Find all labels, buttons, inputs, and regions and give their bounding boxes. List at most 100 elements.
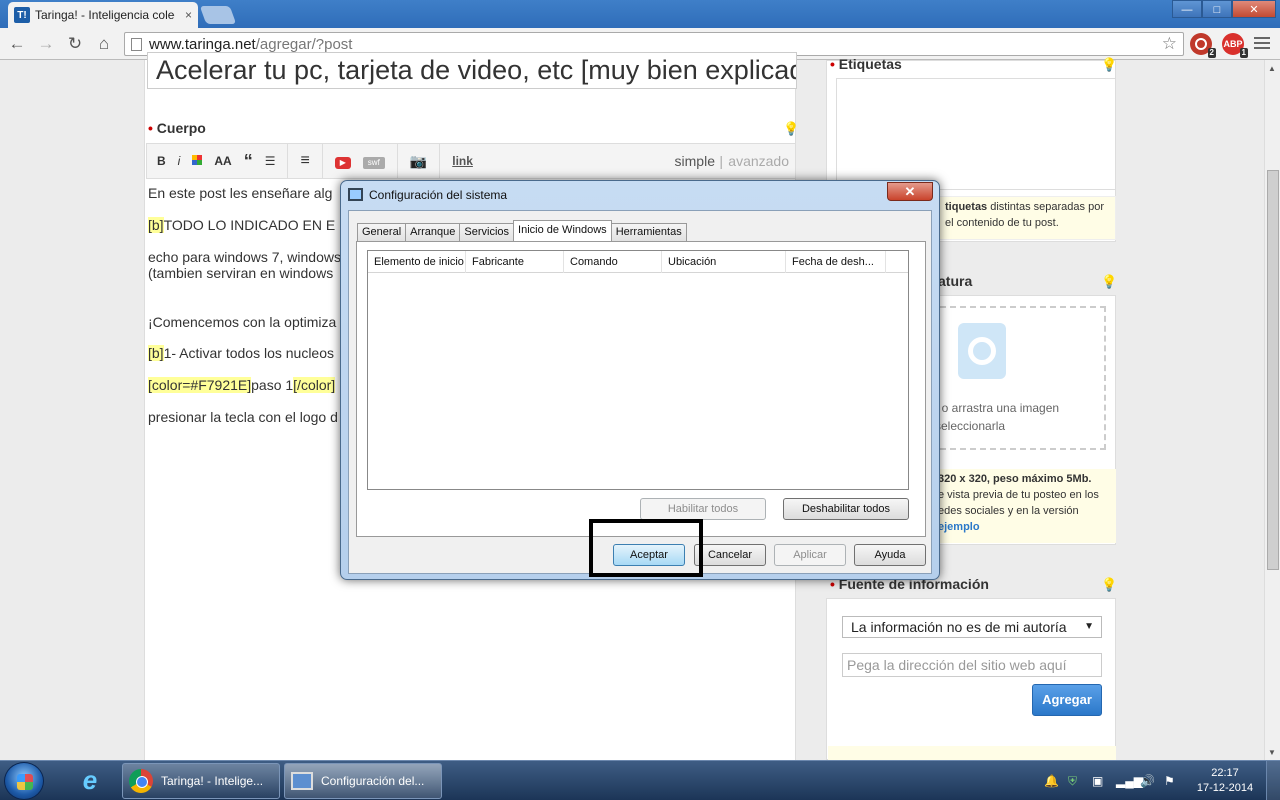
- internet-explorer-icon[interactable]: e: [70, 765, 110, 797]
- taskbar-item-msconfig[interactable]: Configuración del...: [284, 763, 442, 799]
- swf-icon: swf: [362, 156, 385, 169]
- chrome-menu-icon[interactable]: [1254, 37, 1270, 52]
- clock-date: 17-12-2014: [1196, 782, 1254, 794]
- dialog-close-button[interactable]: ✕: [887, 182, 933, 201]
- browser-tab-taringa[interactable]: T! Taringa! - Inteligencia colectiva ×: [8, 2, 198, 28]
- annotation-highlight-box: [589, 519, 703, 577]
- system-clock[interactable]: 22:17 17-12-2014: [1196, 766, 1254, 796]
- security-shield-icon[interactable]: ⛨: [1068, 774, 1077, 789]
- dialog-tabs: General Arranque Servicios Inicio de Win…: [357, 220, 687, 241]
- enable-all-button[interactable]: Habilitar todos: [640, 498, 766, 520]
- tab-close-icon[interactable]: ×: [185, 8, 192, 22]
- align-button[interactable]: ≡: [300, 152, 309, 170]
- windows-taskbar: e Taringa! - Intelige... Configuración d…: [0, 760, 1280, 800]
- startup-items-list[interactable]: Elemento de inicio Fabricante Comando Ub…: [367, 250, 909, 490]
- mode-simple-link[interactable]: simple: [675, 153, 715, 169]
- column-header-ubicacion[interactable]: Ubicación: [662, 251, 786, 273]
- notification-bell-icon[interactable]: 🔔: [1044, 774, 1059, 788]
- scroll-down-icon[interactable]: ▼: [1268, 748, 1276, 757]
- clock-time: 22:17: [1211, 767, 1239, 779]
- adblock-badge: 1: [1239, 48, 1248, 58]
- tab-servicios[interactable]: Servicios: [459, 223, 515, 241]
- help-button[interactable]: Ayuda: [854, 544, 926, 566]
- forward-arrow-icon[interactable]: →: [35, 33, 57, 55]
- tab-arranque[interactable]: Arranque: [405, 223, 461, 241]
- color-grid-icon[interactable]: [192, 154, 203, 168]
- youtube-button[interactable]: ▶: [334, 154, 351, 169]
- taskbar-item-label: Configuración del...: [321, 774, 425, 788]
- body-text: (tambien serviran en windows: [148, 265, 334, 281]
- tab-general[interactable]: General: [357, 223, 407, 241]
- column-header-fabricante[interactable]: Fabricante: [466, 251, 564, 273]
- scroll-up-icon[interactable]: ▲: [1268, 64, 1276, 73]
- required-mark: •: [830, 56, 835, 72]
- minimize-button[interactable]: —: [1172, 0, 1202, 18]
- body-line: [color=#F7921E]paso 1[/color]: [148, 377, 336, 393]
- toolbar-divider: [321, 143, 323, 179]
- column-header-elemento[interactable]: Elemento de inicio: [368, 251, 466, 273]
- adblock-label: ABP: [1223, 39, 1243, 49]
- post-title-input[interactable]: Acelerar tu pc, tarjeta de video, etc [m…: [147, 52, 797, 89]
- close-window-button[interactable]: ✕: [1232, 0, 1276, 18]
- adblock-plus-icon[interactable]: ABP 1: [1222, 33, 1248, 58]
- show-desktop-button[interactable]: [1266, 761, 1280, 800]
- example-link[interactable]: ejemplo: [938, 521, 980, 533]
- body-line: (tambien serviran en windows: [148, 265, 333, 281]
- quote-button[interactable]: “: [244, 151, 253, 172]
- add-source-button[interactable]: Agregar: [1032, 684, 1102, 716]
- font-size-button[interactable]: AA: [214, 154, 231, 168]
- chevron-down-icon: ▼: [1084, 621, 1094, 632]
- bold-button[interactable]: B: [157, 154, 166, 168]
- cancel-button[interactable]: Cancelar: [694, 544, 766, 566]
- italic-button[interactable]: i: [178, 154, 181, 168]
- home-icon[interactable]: ⌂: [93, 33, 115, 55]
- reload-icon[interactable]: ↻: [64, 33, 86, 55]
- column-header-fecha[interactable]: Fecha de desh...: [786, 251, 886, 273]
- thumbnail-drop-text: seleccionarla: [935, 419, 1006, 433]
- body-text: echo para windows 7, windows: [148, 249, 341, 265]
- volume-icon[interactable]: 🔊: [1140, 774, 1155, 788]
- link-button[interactable]: link: [452, 154, 473, 168]
- maximize-button[interactable]: □: [1202, 0, 1232, 18]
- disable-all-button[interactable]: Deshabilitar todos: [783, 498, 909, 520]
- column-header-comando[interactable]: Comando: [564, 251, 662, 273]
- action-center-flag-icon[interactable]: ⚑: [1164, 774, 1175, 788]
- source-url-input[interactable]: Pega la dirección del sitio web aquí: [842, 653, 1102, 677]
- tags-info-text: distintas separadas por: [987, 201, 1104, 213]
- bbcode-tag: [color=#F7921E]: [148, 377, 252, 393]
- source-hint-bulb-icon[interactable]: 💡: [1101, 577, 1117, 593]
- thumb-info-text: 320 x 320, peso máximo 5Mb.: [938, 473, 1092, 485]
- bookmark-star-icon[interactable]: ☆: [1162, 34, 1177, 54]
- body-hint-bulb-icon[interactable]: 💡: [783, 121, 799, 137]
- new-tab-button[interactable]: [199, 6, 237, 24]
- source-select[interactable]: La información no es de mi autoría ▼: [842, 616, 1102, 638]
- list-button[interactable]: ☰: [265, 154, 276, 168]
- body-text: ¡Comencemos con la optimiza: [148, 314, 337, 330]
- swf-button[interactable]: swf: [362, 154, 385, 169]
- body-text: En este post les enseñare alg: [148, 185, 333, 201]
- scroll-thumb[interactable]: [1267, 170, 1279, 570]
- page-scrollbar[interactable]: ▲ ▼: [1264, 60, 1280, 760]
- tags-label-text: Etiquetas: [838, 56, 902, 72]
- thumb-hint-bulb-icon[interactable]: 💡: [1101, 274, 1117, 290]
- usb-device-icon[interactable]: ▣: [1092, 774, 1103, 788]
- url-path: /agregar/?post: [255, 35, 353, 53]
- tags-hint-bulb-icon[interactable]: 💡: [1101, 57, 1117, 73]
- taskbar-item-chrome[interactable]: Taringa! - Intelige...: [122, 763, 280, 799]
- extension-shield-icon[interactable]: 2: [1190, 33, 1216, 58]
- camera-icon[interactable]: 📷: [410, 153, 427, 170]
- mode-advanced-link[interactable]: avanzado: [728, 153, 789, 169]
- tab-inicio-de-windows[interactable]: Inicio de Windows: [513, 220, 612, 241]
- tab-herramientas[interactable]: Herramientas: [610, 223, 687, 241]
- network-signal-icon[interactable]: ▂▄▆: [1116, 774, 1143, 788]
- editor-toolbar: B i AA “ ☰ ≡ ▶ swf 📷 link simple | avanz…: [146, 143, 796, 179]
- apply-button[interactable]: Aplicar: [774, 544, 846, 566]
- bbcode-tag: [/color]: [293, 377, 336, 393]
- browser-titlebar: T! Taringa! - Inteligencia colectiva × —…: [0, 0, 1280, 28]
- list-header: Elemento de inicio Fabricante Comando Ub…: [368, 251, 908, 273]
- page-icon: [131, 37, 142, 51]
- start-button[interactable]: [4, 762, 44, 800]
- back-arrow-icon[interactable]: ←: [6, 33, 28, 55]
- tags-input[interactable]: [836, 78, 1116, 190]
- body-line: [b]1- Activar todos los nucleos: [148, 345, 334, 361]
